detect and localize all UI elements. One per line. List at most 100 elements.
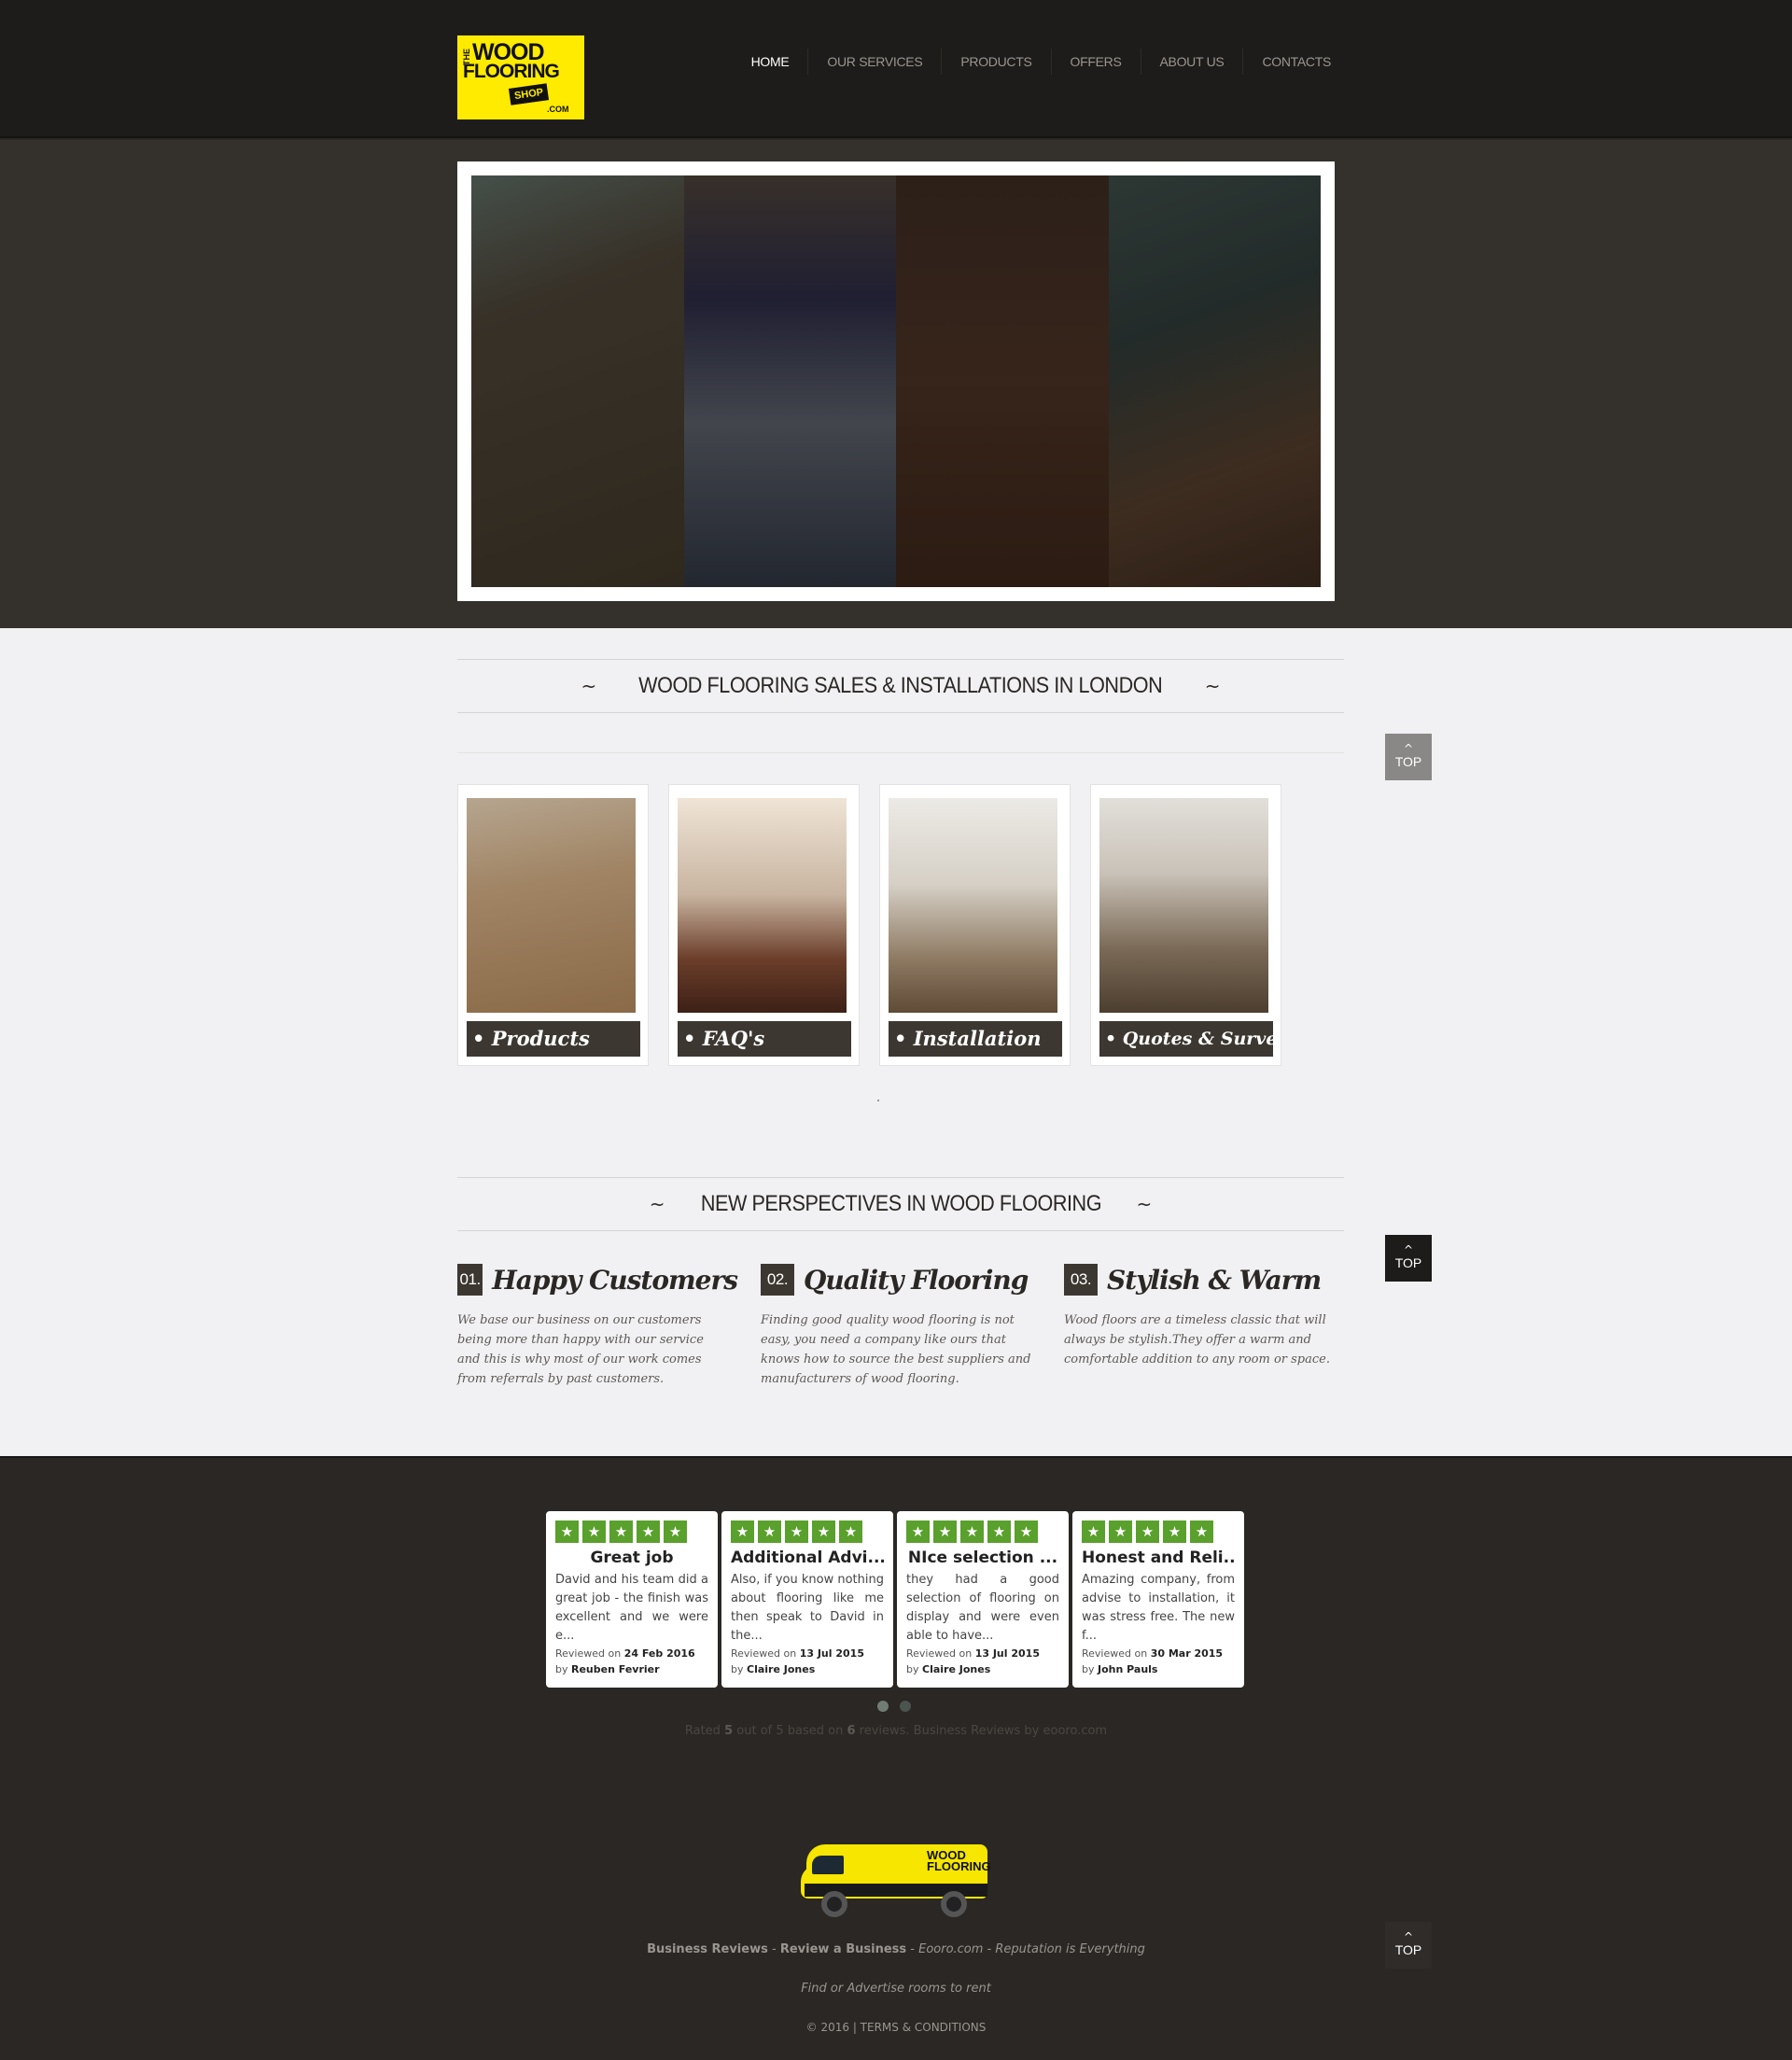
carousel-dot-2[interactable] — [900, 1701, 911, 1712]
review-date: Reviewed on 13 Jul 2015 — [906, 1647, 1040, 1660]
site-logo[interactable]: THE WOOD FLOORING SHOP .COM — [457, 35, 584, 119]
star-icon: ★ — [609, 1520, 633, 1543]
review-card[interactable]: ★ ★ ★ ★ ★ Additional Advi... Also, if yo… — [721, 1511, 893, 1688]
nav-our-services[interactable]: OUR SERVICES — [807, 49, 941, 75]
review-card[interactable]: ★ ★ ★ ★ ★ Honest and Reli... Amazing com… — [1072, 1511, 1244, 1688]
reviews-carousel: ★ ★ ★ ★ ★ Great job David and his team d… — [546, 1511, 1244, 1688]
star-icon: ★ — [1136, 1520, 1159, 1543]
review-card[interactable]: ★ ★ ★ ★ ★ NIce selection ... they had a … — [897, 1511, 1069, 1688]
review-author: by Claire Jones — [906, 1663, 991, 1675]
feature-number: 03. — [1064, 1264, 1098, 1296]
scroll-top-label: TOP — [1394, 1255, 1422, 1270]
hero-panel-installer — [1108, 175, 1321, 587]
chevron-up-icon: ^ — [1403, 1243, 1414, 1256]
card-installation-label[interactable]: • Installation — [889, 1021, 1062, 1057]
logo-flooring-text: FLOORING — [463, 61, 560, 82]
star-rating: ★ ★ ★ ★ ★ — [1082, 1520, 1235, 1543]
swirl-left-icon: ~ — [649, 1193, 665, 1215]
review-business-link[interactable]: Review a Business — [780, 1942, 906, 1956]
star-icon: ★ — [785, 1520, 808, 1543]
hero-image-strip — [471, 175, 1321, 587]
carousel-dot-1[interactable] — [877, 1701, 889, 1712]
review-title[interactable]: Great job — [555, 1549, 708, 1567]
swirl-left-icon: ~ — [581, 675, 597, 697]
feature-description: Wood floors are a timeless classic that … — [1064, 1313, 1330, 1366]
eooro-link[interactable]: Eooro.com - Reputation is Everything — [918, 1942, 1145, 1956]
feature-quality-flooring: 02. Quality Flooring Finding good qualit… — [761, 1262, 1041, 1389]
feature-number: 01. — [457, 1264, 483, 1296]
footer-links: Business Reviews - Review a Business - E… — [647, 1942, 1145, 1956]
rooms-link[interactable]: Find or Advertise rooms to rent — [0, 1982, 1792, 1996]
nav-products[interactable]: PRODUCTS — [941, 49, 1050, 75]
card-quotes-surveys[interactable]: • Quotes & Surveys — [1090, 784, 1281, 1066]
van-wheel — [941, 1891, 967, 1917]
chevron-up-icon: ^ — [1403, 742, 1414, 755]
nav-about-us[interactable]: ABOUT US — [1140, 49, 1243, 75]
nav-home[interactable]: HOME — [733, 49, 808, 75]
feature-happy-customers: 01. Happy Customers We base our business… — [457, 1262, 738, 1389]
star-rating: ★ ★ ★ ★ ★ — [555, 1520, 708, 1543]
main-nav: HOME OUR SERVICES PRODUCTS OFFERS ABOUT … — [733, 49, 1350, 75]
review-body: David and his team did a great job - the… — [555, 1573, 708, 1643]
star-icon: ★ — [839, 1520, 862, 1543]
card-products-image — [467, 798, 636, 1013]
star-icon: ★ — [555, 1520, 579, 1543]
business-reviews-link[interactable]: Business Reviews — [647, 1942, 768, 1956]
review-body: Also, if you know nothing about flooring… — [731, 1573, 884, 1643]
card-faqs-label[interactable]: • FAQ's — [678, 1021, 851, 1057]
service-cards: • Products • FAQ's • Installation • Quot… — [457, 784, 1281, 1066]
card-quotes-label[interactable]: • Quotes & Surveys — [1099, 1021, 1273, 1057]
review-card[interactable]: ★ ★ ★ ★ ★ Great job David and his team d… — [546, 1511, 718, 1688]
hero-slider[interactable] — [457, 161, 1335, 601]
card-faqs[interactable]: • FAQ's — [668, 784, 860, 1066]
feature-title: Stylish & Warm — [1107, 1264, 1322, 1296]
review-date: Reviewed on 30 Mar 2015 — [1082, 1647, 1224, 1660]
star-icon: ★ — [812, 1520, 835, 1543]
footer-copyright: © 2016 | TERMS & CONDITIONS — [0, 2021, 1792, 2034]
review-author: by Claire Jones — [731, 1663, 816, 1675]
copyright-text: © 2016 — [805, 2021, 849, 2034]
nav-contacts[interactable]: CONTACTS — [1242, 49, 1350, 75]
feature-title: Quality Flooring — [804, 1264, 1029, 1296]
nav-offers[interactable]: OFFERS — [1050, 49, 1141, 75]
feature-description: Finding good quality wood flooring is no… — [761, 1313, 1031, 1386]
swirl-right-icon: ~ — [1204, 675, 1221, 697]
van-logo-text: WOOD FLOORING — [927, 1848, 991, 1873]
sales-title-text: WOOD FLOORING SALES & INSTALLATIONS IN L… — [638, 673, 1163, 698]
feature-stylish-warm: 03. Stylish & Warm Wood floors are a tim… — [1064, 1262, 1344, 1389]
scroll-top-button[interactable]: ^ TOP — [1385, 734, 1432, 780]
terms-link[interactable]: | TERMS & CONDITIONS — [853, 2021, 987, 2034]
card-installation[interactable]: • Installation — [879, 784, 1071, 1066]
swirl-right-icon: ~ — [1136, 1193, 1153, 1215]
logo-shop-text: SHOP — [508, 83, 550, 105]
star-icon: ★ — [1163, 1520, 1186, 1543]
star-icon: ★ — [1015, 1520, 1038, 1543]
card-quotes-image — [1099, 798, 1268, 1013]
star-icon: ★ — [731, 1520, 754, 1543]
star-rating: ★ ★ ★ ★ ★ — [906, 1520, 1059, 1543]
review-title[interactable]: Additional Advi... — [731, 1549, 884, 1567]
feature-title: Happy Customers — [492, 1264, 738, 1296]
logo-com-text: .COM — [547, 105, 569, 114]
review-date: Reviewed on 24 Feb 2016 — [555, 1647, 695, 1660]
card-products[interactable]: • Products — [457, 784, 649, 1066]
star-icon: ★ — [637, 1520, 660, 1543]
hero-panel-dining — [683, 175, 896, 587]
card-products-label[interactable]: • Products — [467, 1021, 640, 1057]
review-date: Reviewed on 13 Jul 2015 — [731, 1647, 864, 1660]
review-body: they had a good selection of flooring on… — [906, 1573, 1059, 1643]
feature-columns: 01. Happy Customers We base our business… — [457, 1262, 1344, 1389]
feature-description: We base our business on our customers be… — [457, 1313, 704, 1386]
hero-panel-kids-room — [471, 175, 684, 587]
rating-summary: Rated 5 out of 5 based on 6 reviews. Bus… — [684, 1724, 1108, 1738]
scroll-top-button[interactable]: ^ TOP — [1385, 1235, 1432, 1282]
review-author: by Reuben Fevrier — [555, 1663, 660, 1675]
card-installation-image — [889, 798, 1057, 1013]
scroll-top-label: TOP — [1394, 754, 1422, 769]
spacer-dot — [877, 1100, 879, 1101]
star-icon: ★ — [1190, 1520, 1213, 1543]
review-title[interactable]: NIce selection ... — [906, 1549, 1059, 1567]
review-title[interactable]: Honest and Reli... — [1082, 1549, 1235, 1567]
review-body: Amazing company, from advise to installa… — [1082, 1573, 1235, 1643]
feature-number: 02. — [761, 1264, 794, 1296]
